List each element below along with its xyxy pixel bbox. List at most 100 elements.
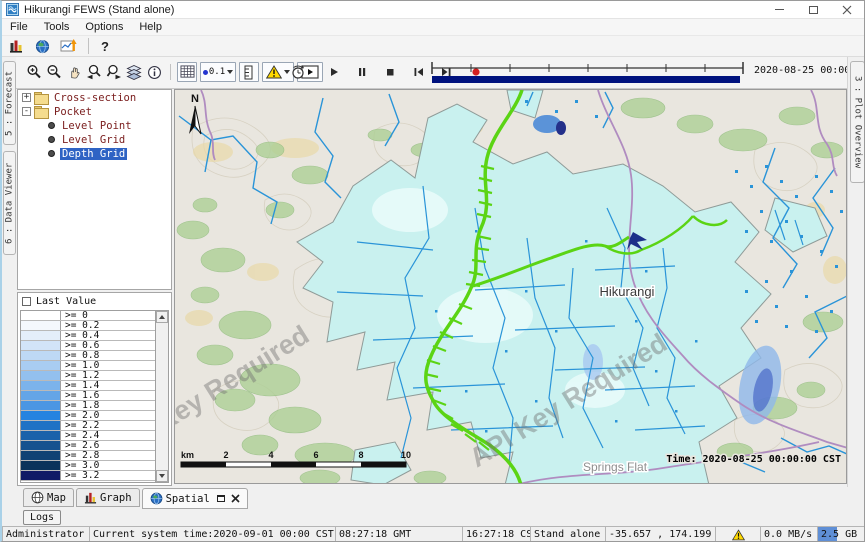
contour-precision-dropdown[interactable]: 0.1 [200, 62, 236, 82]
legend-color-swatch [21, 471, 61, 480]
legend-color-swatch [21, 311, 61, 320]
close-button[interactable] [830, 1, 864, 18]
bar-chart-icon [84, 491, 97, 504]
legend-row[interactable]: >= 3.2 [21, 471, 168, 481]
legend-row-label: >= 3.0 [61, 461, 99, 470]
app-logo-icon [6, 3, 19, 16]
expand-icon[interactable]: + [22, 93, 31, 102]
title-bar: Hikurangi FEWS (Stand alone) [2, 1, 864, 19]
pan-button[interactable] [64, 62, 84, 82]
chevron-down-icon [227, 70, 233, 74]
status-warning-cell[interactable] [715, 526, 760, 542]
play-button[interactable] [324, 62, 344, 82]
legend-color-swatch [21, 321, 61, 330]
legend-panel: Last Value >= 0 >= 0.2 >= 0.4 >= 0.6 >= … [17, 292, 172, 486]
legend-row-label: >= 0.2 [61, 321, 99, 330]
database-button[interactable] [6, 36, 26, 56]
layers-button[interactable] [124, 62, 144, 82]
arrow-up-icon [159, 315, 165, 319]
tree-item-cross-section[interactable]: + Cross-section [18, 91, 171, 104]
legend-row-label: >= 0.4 [61, 331, 99, 340]
database-icon [8, 38, 24, 54]
legend-row-label: >= 1.8 [61, 401, 99, 410]
menu-help[interactable]: Help [131, 19, 170, 35]
legend-color-swatch [21, 411, 61, 420]
tab-graph[interactable]: Graph [76, 488, 140, 507]
legend-scrollbar[interactable] [155, 311, 168, 482]
map-canvas: API Key Required API Key Required N km 2… [175, 90, 847, 484]
tree-item-level-grid[interactable]: Level Grid [18, 133, 171, 146]
tab-label: Map [47, 492, 66, 504]
tab-spatial[interactable]: Spatial [142, 488, 248, 509]
folder-icon [34, 92, 48, 103]
zoom-out-button[interactable] [44, 62, 64, 82]
map-display-button[interactable] [32, 36, 52, 56]
globe-icon [150, 492, 163, 505]
legend-color-swatch [21, 461, 61, 470]
layers-icon [126, 64, 142, 80]
help-button[interactable]: ? [95, 36, 115, 56]
tab-data-viewer[interactable]: 6 : Data Viewer [3, 151, 16, 255]
toolbar-separator [88, 38, 89, 54]
tree-item-label[interactable]: Cross-section [52, 92, 138, 104]
timeline-slider[interactable] [429, 60, 746, 86]
info-button[interactable] [144, 62, 164, 82]
collapse-icon[interactable]: - [22, 107, 31, 116]
legend-color-swatch [21, 371, 61, 380]
last-value-checkbox[interactable] [22, 297, 31, 306]
town-label-hikurangi: Hikurangi [600, 284, 655, 299]
step-back-button[interactable] [408, 62, 428, 82]
tree-item-label[interactable]: Level Grid [60, 134, 127, 146]
status-mode: Stand alone [530, 526, 605, 542]
tree-item-depth-grid[interactable]: Depth Grid [18, 147, 171, 160]
menu-file[interactable]: File [2, 19, 36, 35]
svg-text:4: 4 [268, 450, 273, 460]
time-navigator-button[interactable] [288, 62, 308, 82]
legend-row-label: >= 1.6 [61, 391, 99, 400]
toolbar-separator [170, 64, 171, 80]
close-tab-icon[interactable] [231, 494, 240, 503]
close-icon [842, 5, 852, 15]
grid-display-button[interactable] [177, 62, 197, 82]
tree-item-label-selected[interactable]: Depth Grid [60, 148, 127, 160]
scroll-down-button[interactable] [156, 470, 168, 482]
left-panel: + Cross-section - Pocket Level Point Lev… [16, 89, 173, 487]
zoom-in-icon [26, 64, 42, 80]
legend-row-label: >= 1.4 [61, 381, 99, 390]
tree-item-label[interactable]: Level Point [60, 120, 134, 132]
menu-options[interactable]: Options [77, 19, 131, 35]
legend-color-swatch [21, 351, 61, 360]
logs-row: Logs [16, 509, 847, 526]
tree-item-label[interactable]: Pocket [52, 106, 94, 118]
tree-item-level-point[interactable]: Level Point [18, 119, 171, 132]
tab-plot-overview[interactable]: 3 : Plot Overview [850, 61, 865, 183]
map-viewport[interactable]: API Key Required API Key Required N km 2… [174, 89, 847, 484]
folder-icon [34, 106, 48, 117]
tree-item-pocket[interactable]: - Pocket [18, 105, 171, 118]
zoom-previous-button[interactable] [84, 62, 104, 82]
tab-forecast[interactable]: 5 : Forecast [3, 61, 16, 145]
legend-title: Last Value [36, 296, 96, 307]
info-icon [147, 65, 162, 80]
maximize-button[interactable] [796, 1, 830, 18]
svg-text:8: 8 [358, 450, 363, 460]
zoom-next-button[interactable] [104, 62, 124, 82]
pause-button[interactable] [352, 62, 372, 82]
restore-panel-icon[interactable] [217, 495, 225, 502]
zoom-in-button[interactable] [24, 62, 44, 82]
stop-button[interactable] [380, 62, 400, 82]
tab-map[interactable]: Map [23, 488, 74, 507]
right-tab-strip: 3 : Plot Overview [847, 57, 865, 487]
scroll-up-button[interactable] [156, 311, 168, 323]
legend-color-swatch [21, 331, 61, 340]
bullet-icon [48, 150, 55, 157]
longitudinal-profile-button[interactable] [239, 62, 259, 82]
maximize-icon [809, 6, 818, 14]
window-controls [762, 1, 864, 18]
legend-row-label: >= 2.8 [61, 451, 99, 460]
minimize-button[interactable] [762, 1, 796, 18]
timeseries-dialog-button[interactable] [58, 36, 78, 56]
status-memory: 2.5 GB [817, 526, 865, 542]
logs-button[interactable]: Logs [23, 510, 61, 525]
menu-tools[interactable]: Tools [36, 19, 78, 35]
